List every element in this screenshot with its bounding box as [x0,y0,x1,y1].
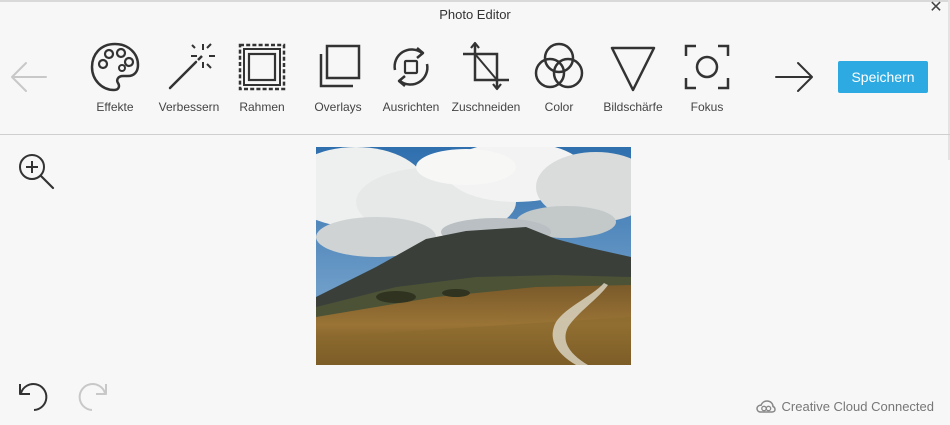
arrow-right-icon[interactable] [772,55,816,99]
undo-icon[interactable] [14,378,50,414]
creative-cloud-status: Creative Cloud Connected [755,399,934,414]
sharpness-triangle-icon [610,46,656,92]
toolbar-divider [0,134,950,135]
magic-wand-icon [168,43,215,90]
color-circles-icon [534,42,584,89]
photo-editor-window: Photo Editor ✕ Effekte Verbessern Rahmen… [0,0,950,425]
crop-icon [463,41,509,91]
window-top-border [0,0,950,2]
arrow-left-icon[interactable] [6,55,50,99]
rotate-icon [393,47,429,87]
close-icon[interactable]: ✕ [928,0,944,16]
creative-cloud-label: Creative Cloud Connected [781,399,934,414]
creative-cloud-icon [755,399,776,413]
focus-icon [684,44,730,90]
landscape-photo[interactable] [316,147,631,365]
frame-icon [238,43,286,91]
palette-icon [90,42,140,92]
toolbar: Effekte Verbessern Rahmen Overlays Ausri… [0,30,950,135]
overlays-icon [319,44,361,88]
tool-fokus[interactable]: Fokus [667,40,747,120]
tool-label: Fokus [690,100,724,114]
window-title: Photo Editor [439,7,511,22]
save-button[interactable]: Speichern [838,61,928,93]
zoom-in-icon[interactable] [17,152,57,192]
redo-icon [76,378,112,414]
